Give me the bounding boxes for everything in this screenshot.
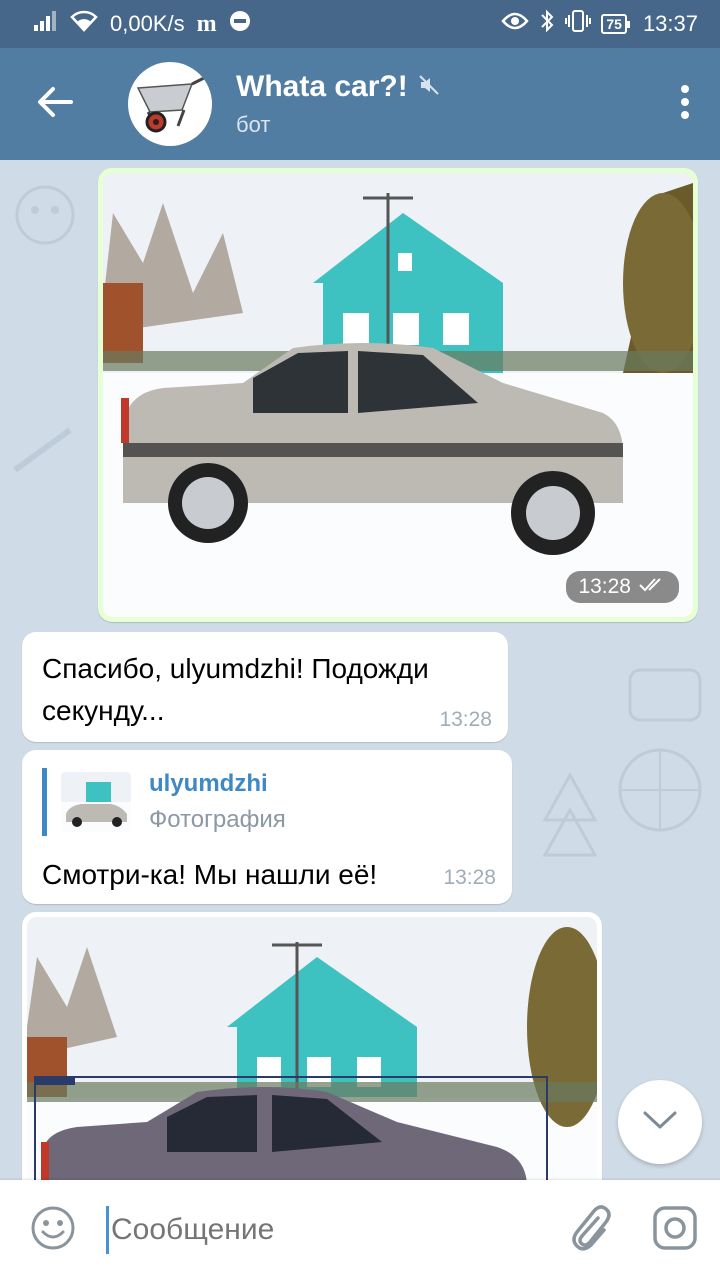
wifi-icon — [70, 10, 98, 38]
background-doodle — [15, 185, 75, 245]
chevron-down-icon — [643, 1110, 677, 1135]
status-bar: 0,00K/s m 75 13:37 — [0, 0, 720, 48]
car-photo-detected[interactable] — [27, 917, 597, 1180]
background-doodle — [13, 427, 72, 473]
chat-header: Whata car?! бот — [0, 48, 720, 160]
incoming-text-message[interactable]: Спасибо, ulyumdzhi! Подожди секунду... 1… — [22, 632, 508, 742]
emoji-button[interactable] — [0, 1205, 106, 1256]
attach-icon — [568, 1204, 612, 1257]
background-doodle — [628, 668, 702, 722]
text-caret — [106, 1206, 109, 1254]
message-time-badge: 13:28 — [566, 571, 679, 603]
emoji-icon — [30, 1205, 76, 1256]
wheelbarrow-icon — [136, 76, 205, 133]
background-doodle — [618, 748, 702, 832]
signal-icon — [34, 11, 58, 37]
message-text: Смотри-ка! Мы нашли её! — [42, 859, 378, 890]
message-text: Спасибо, ulyumdzhi! Подожди секунду... — [42, 653, 429, 726]
camera-icon — [652, 1205, 698, 1256]
net-speed: 0,00K/s — [110, 11, 185, 36]
muted-icon — [418, 74, 440, 101]
message-time: 13:28 — [439, 708, 492, 731]
clock: 13:37 — [642, 11, 698, 36]
eye-icon — [501, 11, 530, 37]
reply-author: ulyumdzhi — [149, 770, 268, 797]
back-button[interactable] — [0, 48, 110, 160]
more-menu-button[interactable] — [650, 48, 720, 160]
background-doodle — [542, 771, 598, 857]
reply-thumbnail — [61, 772, 131, 832]
m-icon: m — [196, 10, 217, 37]
scroll-to-bottom-button[interactable] — [618, 1080, 702, 1164]
message-list[interactable]: 13:28 Спасибо, ulyumdzhi! Подожди секунд… — [0, 160, 720, 1180]
message-input-bar — [0, 1180, 720, 1280]
outgoing-photo-message[interactable]: 13:28 — [98, 168, 698, 622]
more-vert-icon — [680, 84, 690, 124]
camera-button[interactable] — [630, 1205, 720, 1256]
incoming-photo-message[interactable] — [22, 912, 602, 1180]
chat-title[interactable]: Whata car?! — [236, 70, 408, 104]
bluetooth-icon — [539, 9, 555, 39]
back-arrow-icon — [37, 86, 73, 123]
double-check-icon — [639, 575, 667, 599]
incoming-reply-message[interactable]: ulyumdzhi Фотография Смотри-ка! Мы нашли… — [22, 750, 512, 904]
car-photo[interactable] — [103, 173, 693, 617]
reply-description: Фотография — [149, 806, 286, 833]
attach-button[interactable] — [550, 1204, 630, 1257]
reply-preview[interactable]: ulyumdzhi Фотография — [42, 768, 492, 836]
chat-subtitle: бот — [236, 112, 271, 137]
message-time: 13:28 — [443, 866, 496, 889]
message-input[interactable] — [111, 1204, 550, 1256]
avatar[interactable] — [128, 62, 212, 146]
circle-icon — [229, 10, 251, 38]
battery-indicator: 75 — [601, 14, 630, 34]
message-time: 13:28 — [578, 575, 631, 598]
vibrate-icon — [565, 9, 592, 39]
